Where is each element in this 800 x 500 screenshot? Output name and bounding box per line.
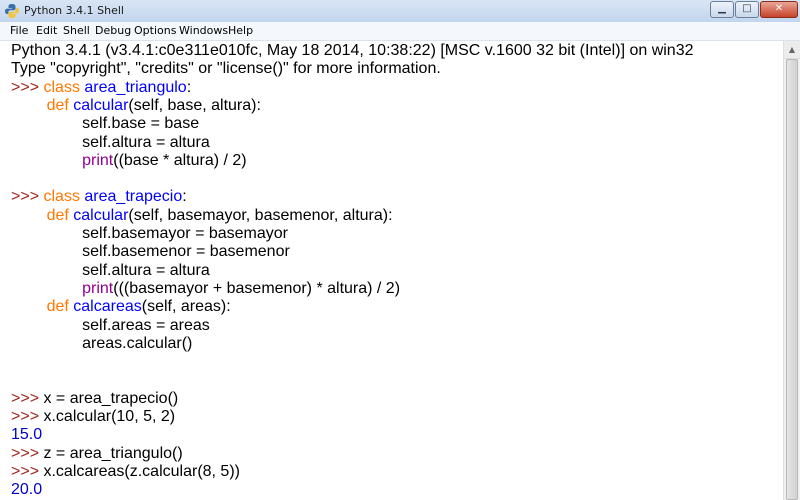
python-shell-window: Python 3.4.1 Shell ▁ □ ✕ File Edit Shell…: [0, 0, 800, 500]
shell-line: self.basemenor = basemenor: [11, 243, 290, 261]
builtin-name: print: [82, 151, 114, 169]
line-text: self.altura = altura: [11, 261, 210, 279]
input-text: x.calcular(10, 5, 2): [43, 408, 176, 425]
keyword: def: [46, 96, 69, 114]
prompt-marker: >>>: [11, 408, 44, 425]
input-line: >>> x.calcular(10, 5, 2): [11, 408, 175, 426]
keyword: class: [43, 188, 80, 206]
menu-options[interactable]: Options: [133, 22, 177, 40]
menu-file[interactable]: File: [9, 22, 29, 40]
method-name: calcareas: [73, 298, 142, 316]
menu-help[interactable]: Help: [227, 22, 254, 40]
menu-shell[interactable]: Shell: [62, 22, 91, 40]
method-definition-line: def calcular(self, base, altura):: [11, 97, 261, 115]
input-line: >>> z = area_triangulo(): [11, 445, 183, 463]
window-title: Python 3.4.1 Shell: [24, 4, 124, 17]
output-text: 20.0: [11, 481, 43, 499]
output-line: 20.0: [11, 481, 42, 499]
line-text: areas.calcular(): [11, 334, 193, 352]
menu-debug[interactable]: Debug: [94, 22, 132, 40]
line-text: self.base = base: [11, 115, 200, 133]
shell-line: Type "copyright", "credits" or "license(…: [11, 60, 441, 78]
shell-text-area[interactable]: Python 3.4.1 (v3.4.1:c0e311e010fc, May 1…: [0, 41, 783, 500]
input-text: x.calcareas(z.calcular(8, 5)): [43, 462, 240, 480]
minimize-button[interactable]: ▁: [710, 1, 734, 18]
shell-line: self.base = base: [11, 115, 199, 133]
line-rest: :: [186, 78, 192, 96]
line-text: self.basemayor = basemayor: [11, 225, 288, 242]
line-rest: (((basemayor + basemenor) * altura) / 2): [113, 279, 401, 297]
line-rest: ((base * altura) / 2): [113, 151, 247, 169]
input-text: z = area_triangulo(): [43, 444, 183, 462]
keyword: def: [46, 206, 69, 224]
scroll-thumb[interactable]: [786, 59, 798, 500]
close-button[interactable]: ✕: [760, 1, 798, 18]
shell-line: areas.calcular(): [11, 335, 192, 353]
prompt-marker: >>>: [11, 188, 44, 206]
class-name: area_triangulo: [84, 78, 187, 96]
line-rest: (self, base, altura):: [128, 96, 261, 114]
prompt-marker: >>>: [11, 389, 44, 407]
output-line: 15.0: [11, 426, 42, 444]
class-definition-line: >>> class area_trapecio:: [11, 188, 187, 206]
prompt-marker: >>>: [11, 444, 44, 462]
shell-line: self.altura = altura: [11, 134, 210, 152]
menu-bar: File Edit Shell Debug Options Windows He…: [0, 22, 800, 41]
prompt-marker: >>>: [11, 78, 44, 96]
input-line: >>> x = area_trapecio(): [11, 390, 178, 408]
line-rest: :: [182, 188, 187, 206]
input-text: x = area_trapecio(): [43, 389, 179, 407]
line-rest: (self, areas):: [141, 298, 231, 316]
maximize-button[interactable]: □: [735, 1, 759, 18]
print-line: print(((basemayor + basemenor) * altura)…: [11, 280, 400, 298]
line-text: Type "copyright", "credits" or "license(…: [11, 60, 441, 78]
scroll-up-arrow-icon[interactable]: ▲: [784, 41, 800, 59]
input-line: >>> x.calcareas(z.calcular(8, 5)): [11, 463, 240, 481]
class-name: area_trapecio: [84, 188, 183, 206]
shell-line: self.areas = areas: [11, 317, 210, 335]
class-definition-line: >>> class area_triangulo:: [11, 79, 191, 97]
method-name: calcular: [73, 96, 129, 114]
print-line: print((base * altura) / 2): [11, 152, 247, 170]
line-text: self.basemenor = basemenor: [11, 243, 290, 261]
builtin-name: print: [82, 279, 114, 297]
line-rest: (self, basemayor, basemenor, altura):: [128, 206, 393, 224]
python-icon[interactable]: [4, 3, 20, 19]
menu-windows[interactable]: Windows: [178, 22, 229, 40]
shell-line: Python 3.4.1 (v3.4.1:c0e311e010fc, May 1…: [11, 42, 694, 60]
line-text: Python 3.4.1 (v3.4.1:c0e311e010fc, May 1…: [11, 42, 694, 59]
shell-line: self.altura = altura: [11, 262, 210, 280]
line-text: self.altura = altura: [11, 133, 210, 151]
menu-edit[interactable]: Edit: [35, 22, 58, 40]
vertical-scrollbar[interactable]: ▲: [783, 41, 800, 500]
output-text: 15.0: [11, 426, 43, 444]
method-definition-line: def calcareas(self, areas):: [11, 298, 231, 316]
title-bar[interactable]: Python 3.4.1 Shell ▁ □ ✕: [0, 0, 800, 23]
method-name: calcular: [73, 206, 129, 224]
prompt-marker: >>>: [11, 462, 44, 480]
line-text: self.areas = areas: [11, 316, 210, 334]
keyword: class: [43, 78, 80, 96]
shell-line: self.basemayor = basemayor: [11, 225, 288, 243]
method-definition-line: def calcular(self, basemayor, basemenor,…: [11, 207, 393, 225]
keyword: def: [46, 298, 69, 316]
